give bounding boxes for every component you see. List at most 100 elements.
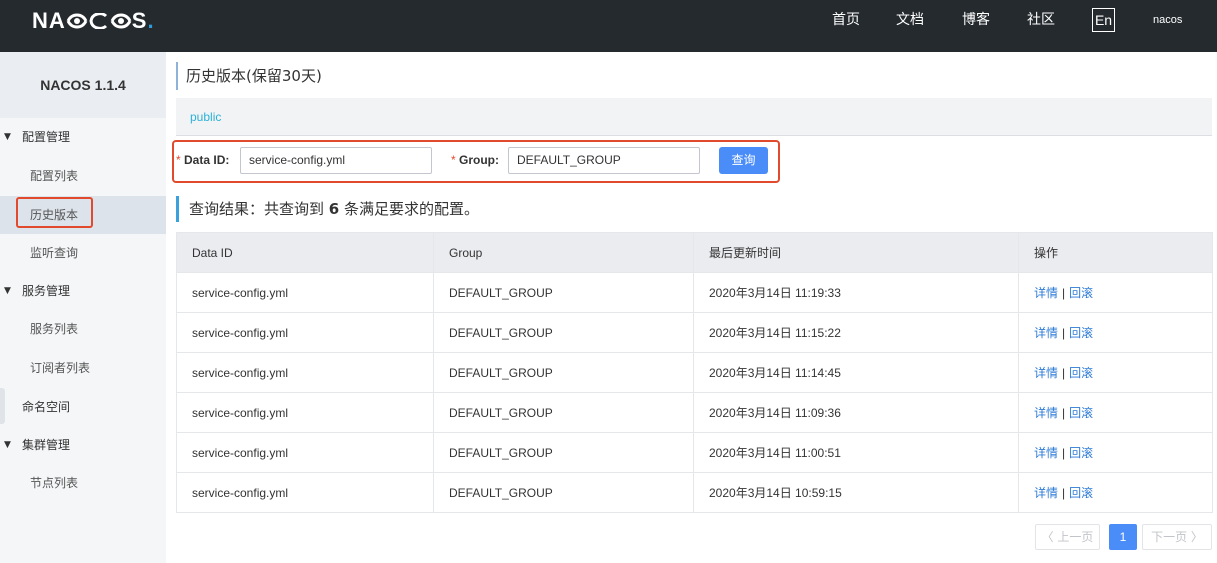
action-separator: | (1062, 326, 1066, 340)
nav-home[interactable]: 首页 (832, 0, 860, 40)
cell-group: DEFAULT_GROUP (433, 472, 694, 513)
logo-dot: . (147, 8, 155, 33)
result-summary: 查询结果：共查询到 6 条满足要求的配置。 (176, 196, 479, 222)
cell-dataid: service-config.yml (176, 312, 434, 353)
dataid-label-text: Data ID: (184, 153, 230, 167)
cell-actions: 详情 | 回滚 (1018, 272, 1213, 313)
sidebar-item-label: 配置列表 (30, 169, 79, 183)
sidebar-item-label: 节点列表 (30, 476, 79, 490)
cell-dataid: service-config.yml (176, 472, 434, 513)
sidebar-group-cluster-management[interactable]: ▼ 集群管理 (0, 426, 166, 464)
nav-blog[interactable]: 博客 (962, 0, 990, 40)
logo-o-icon (66, 13, 88, 29)
sidebar-item-label: 命名空间 (22, 400, 71, 414)
required-mark: * (451, 153, 456, 167)
table-row: service-config.yml DEFAULT_GROUP 2020年3月14… (176, 472, 1213, 513)
sidebar: NACOS 1.1.4 ▼ 配置管理 配置列表 历史版本 监听查询 ▼ 服务管理… (0, 52, 166, 563)
cell-updated-time: 2020年3月14日 11:19:33 (693, 272, 1019, 313)
sidebar-group-config-management[interactable]: ▼ 配置管理 (0, 118, 166, 156)
result-count: 6 (328, 200, 340, 218)
table-row: service-config.yml DEFAULT_GROUP 2020年3月14… (176, 272, 1213, 313)
cell-actions: 详情 | 回滚 (1018, 312, 1213, 353)
page-title: 历史版本(保留30天) (176, 62, 322, 90)
cell-group: DEFAULT_GROUP (433, 312, 694, 353)
col-header-group: Group (433, 232, 694, 273)
col-header-updated-time: 最后更新时间 (693, 232, 1019, 273)
cell-updated-time: 2020年3月14日 11:09:36 (693, 392, 1019, 433)
cell-updated-time: 2020年3月14日 11:14:45 (693, 352, 1019, 393)
action-separator: | (1062, 286, 1066, 300)
cell-dataid: service-config.yml (176, 352, 434, 393)
sidebar-item-label: 服务列表 (30, 322, 79, 336)
nav-docs[interactable]: 文档 (896, 0, 924, 40)
cell-updated-time: 2020年3月14日 11:15:22 (693, 312, 1019, 353)
main-content: 历史版本(保留30天) public * Data ID: service-co… (166, 52, 1217, 563)
cell-actions: 详情 | 回滚 (1018, 352, 1213, 393)
user-name[interactable]: nacos (1153, 0, 1182, 40)
detail-link[interactable]: 详情 (1034, 446, 1058, 460)
action-separator: | (1062, 406, 1066, 420)
logo-suffix: S (131, 8, 148, 33)
nav-community[interactable]: 社区 (1027, 0, 1055, 40)
dataid-input[interactable]: service-config.yml (240, 147, 432, 174)
caret-down-icon: ▼ (4, 440, 11, 450)
rollback-link[interactable]: 回滚 (1069, 366, 1093, 380)
detail-link[interactable]: 详情 (1034, 286, 1058, 300)
history-highlight-box (16, 197, 93, 228)
dataid-label: * Data ID: (176, 152, 229, 168)
table-row: service-config.yml DEFAULT_GROUP 2020年3月14… (176, 392, 1213, 433)
detail-link[interactable]: 详情 (1034, 486, 1058, 500)
sidebar-collapse-handle[interactable] (0, 388, 5, 424)
rollback-link[interactable]: 回滚 (1069, 406, 1093, 420)
col-header-actions: 操作 (1018, 232, 1213, 273)
result-suffix: 条满足要求的配置。 (344, 200, 480, 218)
table-row: service-config.yml DEFAULT_GROUP 2020年3月14… (176, 352, 1213, 393)
action-separator: | (1062, 446, 1066, 460)
rollback-link[interactable]: 回滚 (1069, 446, 1093, 460)
cell-updated-time: 2020年3月14日 10:59:15 (693, 472, 1019, 513)
history-table: Data ID Group 最后更新时间 操作 service-config.y… (176, 232, 1213, 513)
table-row: service-config.yml DEFAULT_GROUP 2020年3月14… (176, 432, 1213, 473)
language-toggle-button[interactable]: En (1092, 8, 1115, 32)
namespace-public-link[interactable]: public (190, 98, 221, 136)
logo-prefix: NA (32, 8, 66, 33)
rollback-link[interactable]: 回滚 (1069, 286, 1093, 300)
prev-page-button[interactable]: 〈 上一页 (1035, 524, 1100, 550)
action-separator: | (1062, 486, 1066, 500)
sidebar-item-label: 服务管理 (22, 284, 71, 298)
cell-group: DEFAULT_GROUP (433, 392, 694, 433)
logo-c-icon (89, 13, 107, 29)
cell-group: DEFAULT_GROUP (433, 272, 694, 313)
table-row: service-config.yml DEFAULT_GROUP 2020年3月14… (176, 312, 1213, 353)
cell-group: DEFAULT_GROUP (433, 352, 694, 393)
sidebar-item-config-list[interactable]: 配置列表 (0, 157, 166, 195)
table-header-row: Data ID Group 最后更新时间 操作 (176, 232, 1213, 273)
nacos-logo[interactable]: NA S. (32, 8, 155, 34)
group-label-text: Group: (459, 153, 500, 167)
cell-actions: 详情 | 回滚 (1018, 432, 1213, 473)
detail-link[interactable]: 详情 (1034, 326, 1058, 340)
cell-group: DEFAULT_GROUP (433, 432, 694, 473)
cell-dataid: service-config.yml (176, 272, 434, 313)
detail-link[interactable]: 详情 (1034, 366, 1058, 380)
logo-o2-icon (110, 13, 132, 29)
sidebar-item-namespace[interactable]: 命名空间 (0, 388, 166, 426)
query-button[interactable]: 查询 (719, 147, 768, 174)
group-input[interactable]: DEFAULT_GROUP (508, 147, 700, 174)
page-1-button[interactable]: 1 (1109, 524, 1137, 550)
detail-link[interactable]: 详情 (1034, 406, 1058, 420)
sidebar-item-label: 配置管理 (22, 130, 71, 144)
sidebar-item-node-list[interactable]: 节点列表 (0, 464, 166, 502)
sidebar-item-service-list[interactable]: 服务列表 (0, 310, 166, 348)
rollback-link[interactable]: 回滚 (1069, 486, 1093, 500)
sidebar-item-subscriber-list[interactable]: 订阅者列表 (0, 349, 166, 387)
sidebar-item-label: 监听查询 (30, 246, 79, 260)
sidebar-group-service-management[interactable]: ▼ 服务管理 (0, 272, 166, 310)
caret-down-icon: ▼ (4, 286, 11, 296)
top-header: NA S. 首页 文档 博客 社区 En nacos (0, 0, 1217, 52)
next-page-button[interactable]: 下一页 〉 (1142, 524, 1212, 550)
group-label: * Group: (451, 152, 499, 168)
rollback-link[interactable]: 回滚 (1069, 326, 1093, 340)
result-prefix: 查询结果：共查询到 (189, 200, 325, 218)
sidebar-item-listener-query[interactable]: 监听查询 (0, 234, 166, 272)
